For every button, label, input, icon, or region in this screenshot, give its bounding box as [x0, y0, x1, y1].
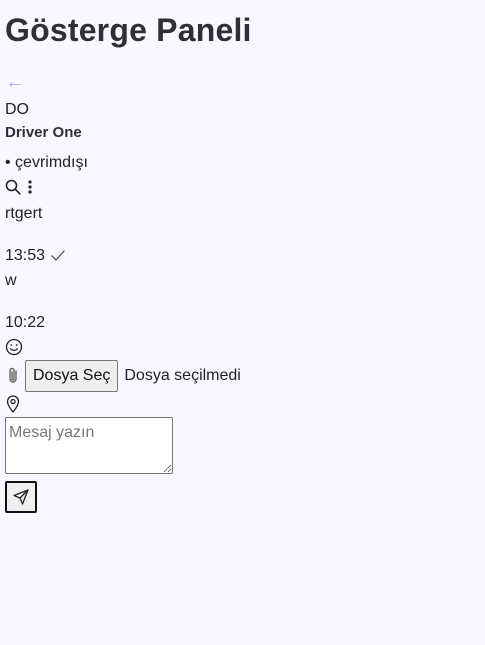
message-meta: 13:53 — [5, 246, 65, 266]
page-title: Gösterge Paneli — [5, 12, 252, 48]
paperclip-icon[interactable] — [5, 366, 21, 386]
message-text: w — [5, 272, 17, 289]
file-upload-row: Dosya Seç Dosya seçilmedi — [5, 360, 241, 392]
smile-icon[interactable] — [5, 338, 23, 356]
file-status-text: Dosya seçilmedi — [124, 367, 241, 384]
map-pin-icon[interactable] — [5, 395, 21, 413]
send-button[interactable] — [5, 481, 37, 513]
check-icon — [51, 250, 65, 262]
back-arrow-icon[interactable]: ← — [5, 70, 25, 94]
message-input[interactable] — [5, 417, 173, 474]
message-time: 10:22 — [5, 314, 46, 331]
contact-status: • çevrimdışı — [5, 154, 88, 171]
more-vertical-icon[interactable] — [27, 179, 33, 195]
chat-header-actions — [5, 178, 33, 196]
message-time: 13:53 — [5, 247, 46, 264]
message-text: rtgert — [5, 205, 43, 222]
contact-name: Driver One — [5, 124, 82, 141]
search-icon[interactable] — [5, 179, 21, 195]
choose-file-button[interactable]: Dosya Seç — [25, 360, 119, 392]
send-icon — [13, 489, 29, 505]
avatar: DO — [5, 101, 29, 118]
